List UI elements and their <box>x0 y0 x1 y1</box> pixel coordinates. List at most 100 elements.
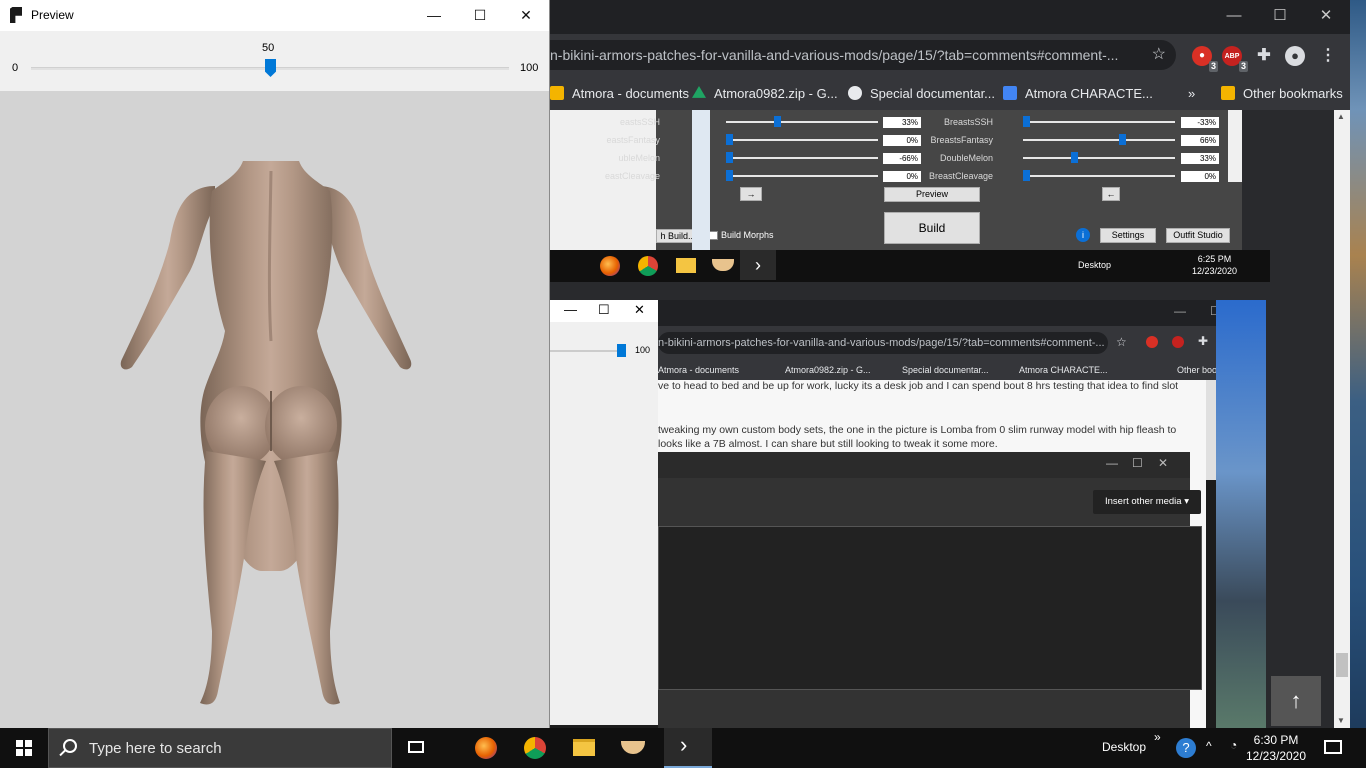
extension-red-icon[interactable]: ● 3 <box>1192 46 1218 72</box>
taskbar-search-box[interactable]: Type here to search <box>48 728 392 768</box>
other-bookmarks[interactable]: Other bookmarks <box>1221 85 1343 103</box>
desktop-toolbar-label[interactable]: Desktop <box>1102 740 1146 754</box>
insert-other-media-button[interactable]: Insert other media ▾ <box>1093 490 1201 514</box>
browser-menu-icon[interactable]: ⋮ <box>1318 46 1338 66</box>
editor-textarea[interactable] <box>658 526 1202 690</box>
slider-track[interactable] <box>726 139 878 141</box>
inner-address-bar[interactable]: n-bikini-armors-patches-for-vanilla-and-… <box>658 332 1108 354</box>
bookmark-atmora-character[interactable]: Atmora CHARACTE... <box>1003 85 1153 103</box>
browser-minimize-button[interactable]: — <box>1211 4 1257 28</box>
inner-minimize-icon[interactable]: — <box>1174 304 1186 318</box>
inner-browser-titlebar: — ☐ ✕ <box>658 300 1266 326</box>
extensions-puzzle-icon[interactable]: ✚ <box>1254 46 1274 66</box>
task-view-button[interactable] <box>392 728 440 768</box>
build-morphs-checkbox[interactable] <box>709 231 718 240</box>
folder-icon <box>573 739 595 756</box>
app-icon <box>712 259 734 271</box>
outfit-studio-button[interactable]: Outfit Studio <box>1166 228 1230 243</box>
3d-preview-viewport[interactable] <box>0 91 549 728</box>
preview-button[interactable]: Preview <box>884 187 980 202</box>
inner-bookmark[interactable]: Atmora - documents <box>658 365 739 375</box>
slider-value[interactable]: -66% <box>883 153 921 164</box>
inner-star-icon[interactable]: ☆ <box>1116 335 1127 349</box>
slider-thumb[interactable] <box>1071 152 1078 163</box>
weight-slider-bar: 50 0 100 <box>0 31 549 91</box>
slider-value[interactable]: -33% <box>1181 117 1219 128</box>
slider-value[interactable]: 0% <box>883 135 921 146</box>
slider-track[interactable] <box>726 175 878 177</box>
network-icon[interactable]: ◔ <box>1230 738 1237 752</box>
bookmark-atmora-zip[interactable]: Atmora0982.zip - G... <box>692 85 838 103</box>
remote-clock: 6:25 PM 12/23/2020 <box>1192 254 1238 276</box>
scroll-down-icon[interactable]: ▼ <box>1337 716 1345 725</box>
small-close-icon[interactable]: ✕ <box>634 302 645 318</box>
bookmark-star-icon[interactable]: ☆ <box>1152 40 1166 70</box>
taskbar-file-explorer[interactable] <box>560 728 608 768</box>
copy-right-button[interactable]: → <box>740 187 762 201</box>
slider-thumb[interactable] <box>726 152 733 163</box>
adblock-icon[interactable]: ABP 3 <box>1222 46 1248 72</box>
inner-extension-icon[interactable] <box>1146 336 1158 348</box>
browser-maximize-button[interactable]: ☐ <box>1257 4 1303 28</box>
inner-bookmark[interactable]: Atmora0982.zip - G... <box>785 365 871 375</box>
preview-close-button[interactable]: ✕ <box>503 0 549 31</box>
slider-value[interactable]: 66% <box>1181 135 1219 146</box>
bookmark-atmora-documents[interactable]: Atmora - documents <box>550 85 689 103</box>
inner-puzzle-icon[interactable]: ✚ <box>1198 334 1208 348</box>
weight-slider-thumb[interactable] <box>265 59 276 77</box>
slider-thumb[interactable] <box>1023 116 1030 127</box>
more-bookmarks-chevron[interactable]: » <box>1188 85 1195 103</box>
small-maximize-icon[interactable]: ☐ <box>598 302 610 318</box>
bookmark-special-documentaries[interactable]: Special documentar... <box>848 85 995 103</box>
inner-scrollbar[interactable] <box>1206 380 1216 480</box>
bodyslide-scrollbar[interactable] <box>1228 110 1242 182</box>
info-icon[interactable]: i <box>1076 228 1090 242</box>
settings-button[interactable]: Settings <box>1100 228 1156 243</box>
scroll-to-top-button[interactable]: ↑ <box>1271 676 1321 726</box>
preview-minimize-button[interactable]: — <box>411 0 457 31</box>
inner-adblock-icon[interactable] <box>1172 336 1184 348</box>
taskbar-firefox[interactable] <box>462 728 510 768</box>
build-button[interactable]: Build <box>884 212 980 244</box>
show-hidden-icons[interactable]: ^ <box>1206 739 1212 753</box>
scroll-up-icon[interactable]: ▲ <box>1337 112 1345 121</box>
slider-value[interactable]: 0% <box>1181 171 1219 182</box>
taskbar-chrome[interactable] <box>511 728 559 768</box>
editor-maximize-icon[interactable]: ☐ <box>1132 456 1143 470</box>
taskbar-clock[interactable]: 6:30 PM 12/23/2020 <box>1244 732 1308 764</box>
slider-value[interactable]: 33% <box>1181 153 1219 164</box>
help-icon[interactable]: ? <box>1176 738 1196 758</box>
slider-track[interactable] <box>1023 157 1175 159</box>
slider-track[interactable] <box>726 121 878 123</box>
inner-bookmark[interactable]: Atmora CHARACTE... <box>1019 365 1108 375</box>
slider-track[interactable] <box>1023 175 1175 177</box>
slider-thumb[interactable] <box>1023 170 1030 181</box>
editor-minimize-icon[interactable]: — <box>1106 456 1118 470</box>
small-slider-track[interactable] <box>550 350 625 352</box>
slider-thumb[interactable] <box>726 134 733 145</box>
page-scrollbar[interactable]: ▲ ▼ <box>1334 110 1350 730</box>
slider-thumb[interactable] <box>774 116 781 127</box>
taskbar-bodyslide[interactable]: › <box>664 728 712 768</box>
slider-thumb[interactable] <box>726 170 733 181</box>
slider-track[interactable] <box>726 157 878 159</box>
editor-close-icon[interactable]: ✕ <box>1158 456 1168 470</box>
preview-maximize-button[interactable]: ☐ <box>457 0 503 31</box>
page-scrollbar-thumb[interactable] <box>1336 653 1348 677</box>
small-slider-thumb[interactable] <box>617 344 626 357</box>
slider-track[interactable] <box>1023 139 1175 141</box>
slider-thumb[interactable] <box>1119 134 1126 145</box>
profile-avatar-icon[interactable]: ● <box>1285 46 1305 66</box>
slider-value[interactable]: 33% <box>883 117 921 128</box>
inner-bookmark[interactable]: Special documentar... <box>902 365 989 375</box>
address-bar[interactable]: n-bikini-armors-patches-for-vanilla-and-… <box>520 40 1176 70</box>
slider-track[interactable] <box>1023 121 1175 123</box>
small-minimize-icon[interactable]: — <box>564 302 577 317</box>
browser-close-button[interactable]: ✕ <box>1303 4 1349 28</box>
slider-value[interactable]: 0% <box>883 171 921 182</box>
notification-icon[interactable] <box>1324 740 1342 754</box>
copy-left-button[interactable]: ← <box>1102 187 1120 201</box>
start-button[interactable] <box>0 728 48 768</box>
taskbar-app[interactable] <box>609 728 657 768</box>
toolbar-chevron[interactable]: » <box>1154 730 1161 744</box>
